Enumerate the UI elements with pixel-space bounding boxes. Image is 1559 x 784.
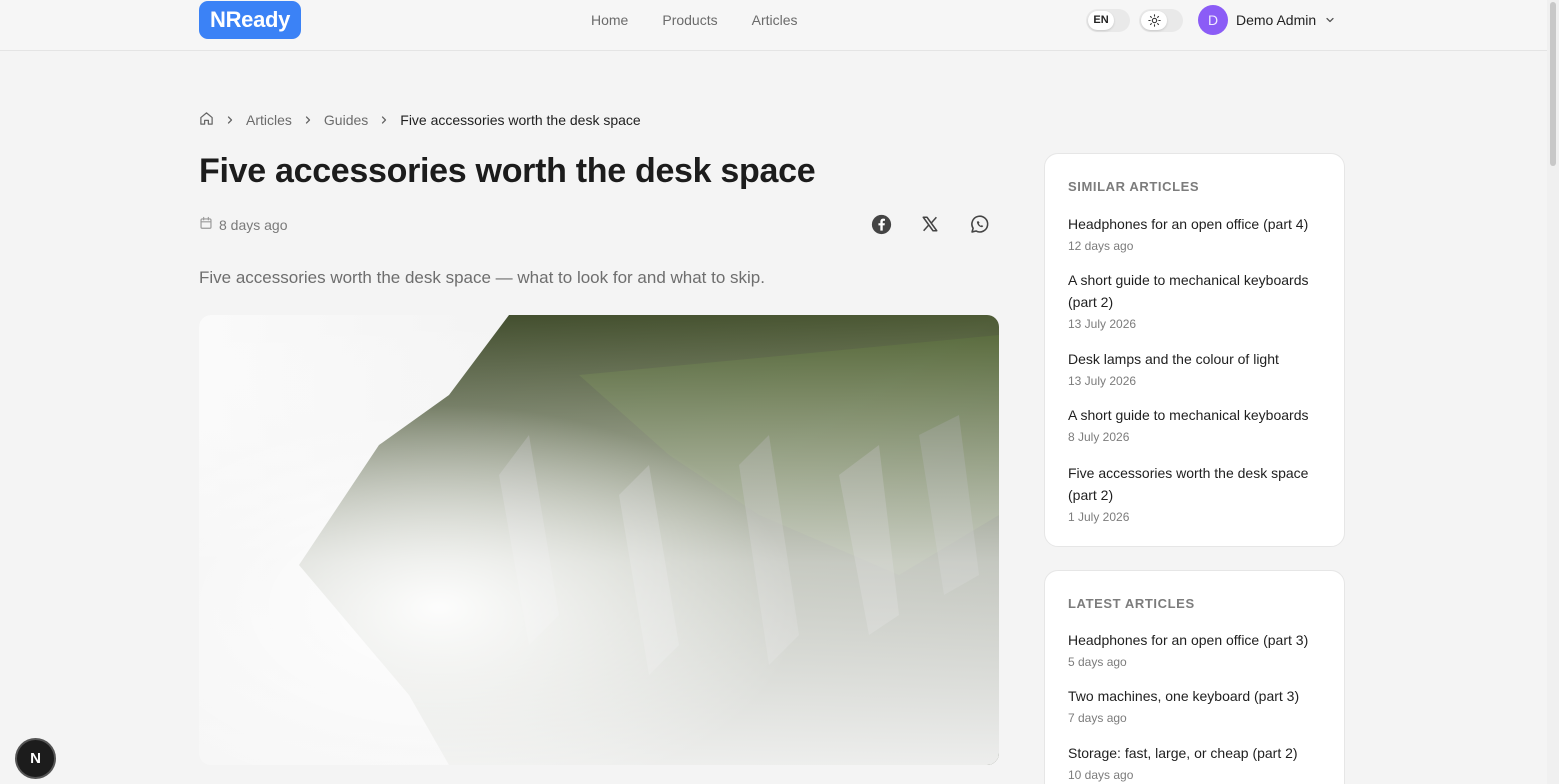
theme-toggle[interactable] <box>1139 9 1183 32</box>
article-date: 10 days ago <box>1068 768 1134 782</box>
list-item[interactable]: A short guide to mechanical keyboards 8 … <box>1068 404 1324 446</box>
article-link[interactable]: Storage: fast, large, or cheap (part 2) <box>1068 742 1324 764</box>
article-date: 5 days ago <box>1068 655 1127 669</box>
article-date: 13 July 2026 <box>1068 374 1137 388</box>
site-header: NReady Home Products Articles EN D Demo … <box>0 0 1547 51</box>
article-hero-image <box>199 315 999 765</box>
article-link[interactable]: A short guide to mechanical keyboards <box>1068 404 1324 426</box>
list-item[interactable]: Headphones for an open office (part 3) 5… <box>1068 629 1324 671</box>
article-link[interactable]: Headphones for an open office (part 4) <box>1068 213 1324 235</box>
calendar-icon <box>199 216 213 233</box>
list-item[interactable]: Five accessories worth the desk space (p… <box>1068 462 1324 526</box>
chevron-down-icon <box>1324 14 1336 26</box>
article-meta: 8 days ago <box>199 216 288 233</box>
dev-tools-badge[interactable]: N <box>17 740 54 777</box>
chevron-right-icon <box>302 114 314 126</box>
article-link[interactable]: Desk lamps and the colour of light <box>1068 348 1324 370</box>
breadcrumb-articles-link[interactable]: Articles <box>246 112 292 128</box>
user-menu[interactable]: D Demo Admin <box>1198 5 1336 35</box>
facebook-icon[interactable] <box>870 213 892 235</box>
similar-articles-heading: SIMILAR ARTICLES <box>1068 179 1200 194</box>
article-link[interactable]: Five accessories worth the desk space (p… <box>1068 462 1324 506</box>
article-date: 7 days ago <box>1068 711 1127 725</box>
language-toggle[interactable]: EN <box>1086 9 1130 32</box>
article-date: 13 July 2026 <box>1068 317 1137 331</box>
whatsapp-icon[interactable] <box>968 213 990 235</box>
page-scrollbar[interactable] <box>1547 0 1559 784</box>
latest-articles-heading: LATEST ARTICLES <box>1068 596 1195 611</box>
language-label: EN <box>1088 11 1114 30</box>
list-item[interactable]: Headphones for an open office (part 4) 1… <box>1068 213 1324 255</box>
breadcrumb-current: Five accessories worth the desk space <box>400 112 641 128</box>
nav-products-link[interactable]: Products <box>662 12 717 28</box>
list-item[interactable]: Desk lamps and the colour of light 13 Ju… <box>1068 348 1324 390</box>
nav-home-link[interactable]: Home <box>591 12 628 28</box>
similar-articles-card: SIMILAR ARTICLES Headphones for an open … <box>1044 153 1345 547</box>
site-logo[interactable]: NReady <box>199 1 302 39</box>
chevron-right-icon <box>224 114 236 126</box>
article-link[interactable]: Two machines, one keyboard (part 3) <box>1068 685 1324 707</box>
article-page: NReady Home Products Articles EN D Demo … <box>0 0 1559 784</box>
list-item[interactable]: Storage: fast, large, or cheap (part 2) … <box>1068 742 1324 784</box>
article-date: 8 July 2026 <box>1068 430 1130 444</box>
nav-articles-link[interactable]: Articles <box>752 12 798 28</box>
list-item[interactable]: A short guide to mechanical keyboards (p… <box>1068 269 1324 333</box>
chevron-right-icon <box>378 114 390 126</box>
breadcrumb-guides-link[interactable]: Guides <box>324 112 368 128</box>
avatar: D <box>1198 5 1228 35</box>
x-icon[interactable] <box>919 213 941 235</box>
user-name: Demo Admin <box>1236 12 1317 28</box>
scrollbar-thumb[interactable] <box>1550 2 1556 166</box>
breadcrumb: Articles Guides Five accessories worth t… <box>199 111 641 129</box>
sun-icon <box>1141 11 1167 30</box>
home-icon[interactable] <box>199 111 214 129</box>
list-item[interactable]: Two machines, one keyboard (part 3) 7 da… <box>1068 685 1324 727</box>
share-buttons <box>870 213 990 235</box>
article-link[interactable]: A short guide to mechanical keyboards (p… <box>1068 269 1324 313</box>
article-date: 12 days ago <box>1068 239 1134 253</box>
article-date: 1 July 2026 <box>1068 510 1130 524</box>
main-nav: Home Products Articles <box>591 12 798 28</box>
article-lead: Five accessories worth the desk space — … <box>199 268 765 287</box>
page-title: Five accessories worth the desk space <box>199 152 816 190</box>
article-date: 8 days ago <box>219 216 288 233</box>
latest-articles-card: LATEST ARTICLES Headphones for an open o… <box>1044 570 1345 784</box>
article-link[interactable]: Headphones for an open office (part 3) <box>1068 629 1324 651</box>
